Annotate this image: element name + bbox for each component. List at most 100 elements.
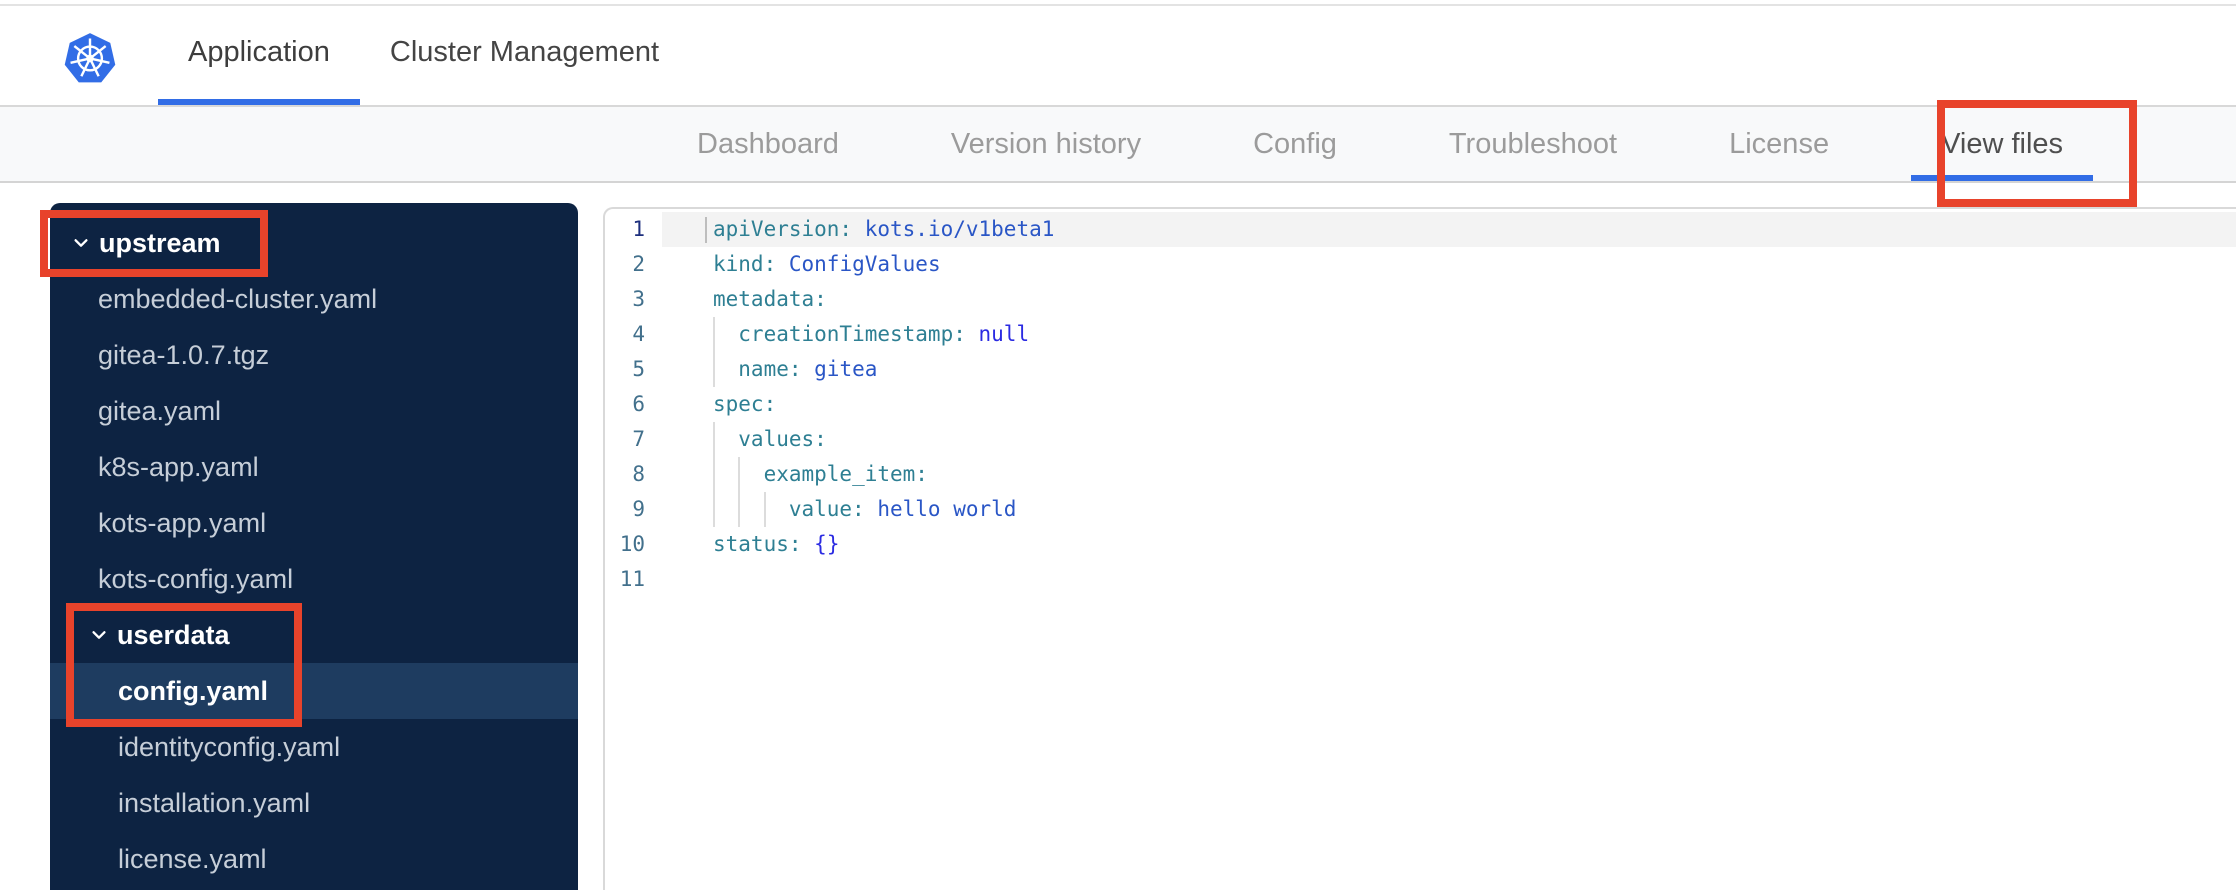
nav-tab-dashboard[interactable]: Dashboard (697, 107, 839, 181)
code-line: 9 value: hello world (605, 492, 2236, 527)
tree-file-gitea-1-0-7-tgz[interactable]: gitea-1.0.7.tgz (50, 327, 578, 383)
line-number: 9 (632, 497, 645, 521)
indent-guide (713, 422, 738, 457)
tree-file-identityconfig-yaml[interactable]: identityconfig.yaml (50, 719, 578, 775)
code-token-key: metadata: (713, 287, 827, 311)
chevron-down-icon (90, 626, 108, 644)
tree-file-kots-config-yaml[interactable]: kots-config.yaml (50, 551, 578, 607)
code-token-key: status: (713, 532, 802, 556)
nav-tab-version-history[interactable]: Version history (951, 107, 1141, 181)
tree-folder-userdata[interactable]: userdata (50, 607, 578, 663)
code-line-content: values: (662, 422, 2236, 457)
header-tab-cluster-management[interactable]: Cluster Management (360, 6, 689, 105)
yaml-file-viewer[interactable]: 1 apiVersion: kots.io/v1beta1 2 kind: Confi… (603, 207, 2236, 890)
nav-tab-license[interactable]: License (1729, 107, 1829, 181)
header-tab-bar: Application Cluster Management (158, 6, 689, 105)
code-line-content: creationTimestamp: null (662, 317, 2236, 352)
code-token-val: hello world (877, 497, 1017, 521)
indent-guide (713, 457, 738, 492)
file-tree-label: config.yaml (118, 675, 269, 706)
code-line-content: metadata: (662, 282, 2236, 317)
line-number: 6 (632, 392, 645, 416)
indent-guide (713, 352, 738, 387)
file-tree-label: identityconfig.yaml (118, 731, 341, 762)
code-token-key: creationTimestamp: (738, 322, 966, 346)
line-number: 11 (619, 567, 645, 591)
code-line-content (662, 562, 2236, 597)
file-tree-label: installation.yaml (118, 787, 311, 818)
tree-file-license-yaml[interactable]: license.yaml (50, 831, 578, 887)
code-token-key: value: (788, 497, 865, 521)
code-line: 5 name: gitea (605, 352, 2236, 387)
code-line: 10 status: {} (605, 527, 2236, 562)
line-number: 8 (632, 462, 645, 486)
tree-file-embedded-cluster-yaml[interactable]: embedded-cluster.yaml (50, 271, 578, 327)
tree-file-k8s-app-yaml[interactable]: k8s-app.yaml (50, 439, 578, 495)
code-line: 6 spec: (605, 387, 2236, 422)
code-token-val: ConfigValues (788, 252, 941, 276)
line-number: 5 (632, 357, 645, 381)
file-tree-label: kots-app.yaml (98, 507, 267, 538)
line-number: 1 (632, 217, 645, 241)
code-token-key: values: (738, 427, 827, 451)
code-line-content: kind: ConfigValues (662, 247, 2236, 282)
tree-file-installation-yaml[interactable]: installation.yaml (50, 775, 578, 831)
code-token-key: spec: (713, 392, 777, 416)
nav-tab-troubleshoot[interactable]: Troubleshoot (1449, 107, 1617, 181)
file-tree-label: upstream (99, 227, 221, 258)
code-line-content: apiVersion: kots.io/v1beta1 (662, 212, 2236, 247)
code-line-content: example_item: (662, 457, 2236, 492)
indent-guide (713, 492, 738, 527)
code-token-val: kots.io/v1beta1 (864, 217, 1055, 241)
file-tree-label: license.yaml (118, 843, 267, 874)
line-number: 4 (632, 322, 645, 346)
code-line-content: spec: (662, 387, 2236, 422)
file-tree-label: k8s-app.yaml (98, 451, 259, 482)
app-nav-bar: Dashboard Version history Config Troublesho… (0, 105, 2236, 183)
line-number: 3 (632, 287, 645, 311)
code-line-content: value: hello world (662, 492, 2236, 527)
indent-guide (713, 317, 738, 352)
code-line-content: status: {} (662, 527, 2236, 562)
line-number: 7 (632, 427, 645, 451)
file-tree-label: gitea.yaml (98, 395, 222, 426)
tree-file-config-yaml[interactable]: config.yaml (50, 663, 578, 719)
text-cursor (705, 217, 707, 243)
code-line: 2 kind: ConfigValues (605, 247, 2236, 282)
chevron-down-icon (72, 234, 90, 252)
code-token-key: name: (738, 357, 802, 381)
code-token-val: gitea (814, 357, 878, 381)
tree-file-kots-app-yaml[interactable]: kots-app.yaml (50, 495, 578, 551)
line-number: 10 (619, 532, 645, 556)
code-line-content: name: gitea (662, 352, 2236, 387)
code-line: 8 example_item: (605, 457, 2236, 492)
nav-tab-view-files[interactable]: View files (1911, 107, 2094, 181)
header-tab-application[interactable]: Application (158, 6, 360, 105)
tree-file-gitea-yaml[interactable]: gitea.yaml (50, 383, 578, 439)
file-tree-sidebar: upstream embedded-cluster.yaml gitea-1.0.7… (50, 203, 578, 890)
kubernetes-logo-icon (63, 32, 117, 86)
code-token-kw: {} (814, 532, 840, 556)
indent-guide (738, 492, 763, 527)
code-token-key: example_item: (763, 462, 928, 486)
tree-folder-upstream[interactable]: upstream (50, 215, 578, 271)
code-line: 11 (605, 562, 2236, 597)
indent-guide (763, 492, 789, 527)
code-line: 4 creationTimestamp: null (605, 317, 2236, 352)
file-tree-label: gitea-1.0.7.tgz (98, 339, 270, 370)
code-line: 1 apiVersion: kots.io/v1beta1 (605, 212, 2236, 247)
file-tree-label: userdata (117, 619, 230, 650)
code-token-key: kind: (713, 252, 777, 276)
nav-tab-config[interactable]: Config (1253, 107, 1337, 181)
code-line: 3 metadata: (605, 282, 2236, 317)
file-tree-label: kots-config.yaml (98, 563, 294, 594)
indent-guide (738, 457, 763, 492)
code-token-key: apiVersion: (713, 217, 853, 241)
file-tree-label: embedded-cluster.yaml (98, 283, 378, 314)
